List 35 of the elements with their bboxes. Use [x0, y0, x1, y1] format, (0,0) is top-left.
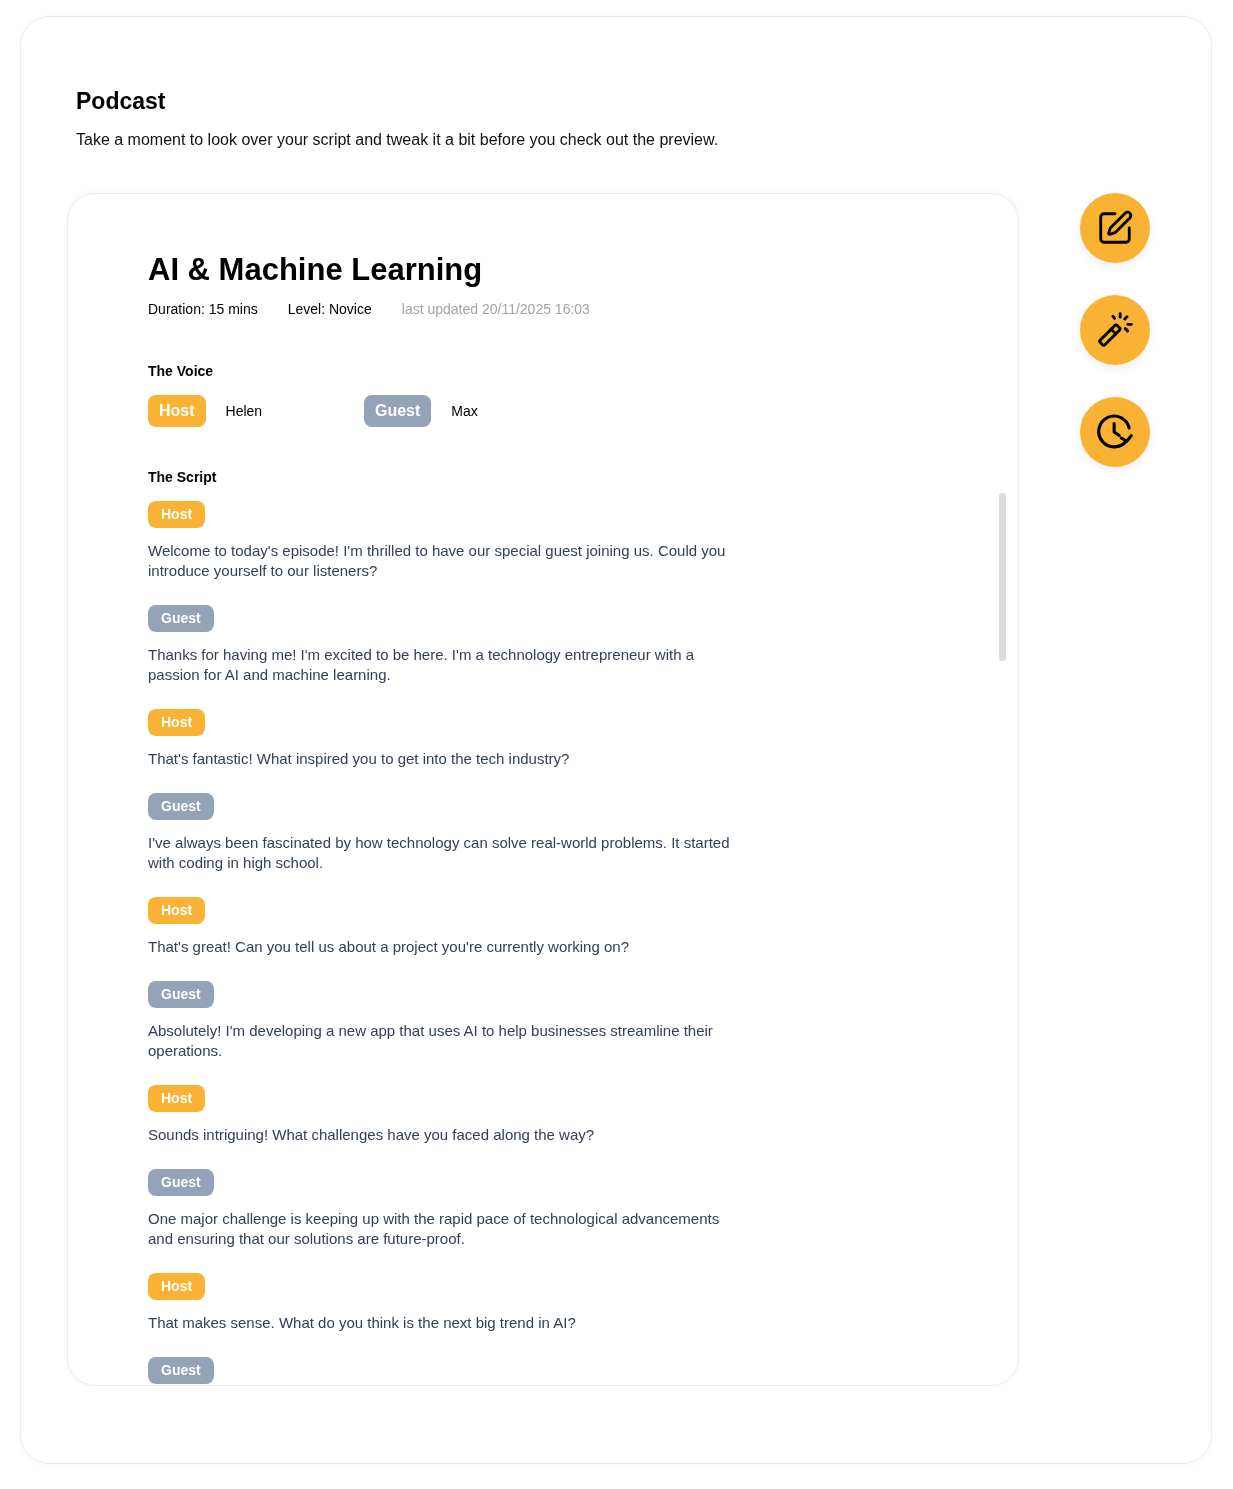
script-line: I've always been fascinated by how technology can solve real-world problems. It started with coding in high school.	[148, 833, 731, 873]
host-tag: Host	[148, 1085, 206, 1112]
host-tag: Host	[148, 897, 206, 924]
host-tag: Host	[148, 395, 206, 427]
guest-tag: Guest	[148, 1357, 214, 1384]
last-updated-label: last updated 20/11/2025 16:03	[401, 300, 590, 319]
page-title: Podcast	[76, 87, 166, 115]
script-line: Absolutely! I'm developing a new app that uses AI to help businesses streamline their operations.	[148, 1021, 714, 1061]
script-line: That's great! Can you tell us about a project you're currently working on?	[148, 937, 629, 957]
voice-name: Max	[451, 402, 478, 421]
script-line: That's fantastic! What inspired you to get into the tech industry?	[148, 749, 570, 769]
script-line: One major challenge is keeping up with the rapid pace of technological advancements and ensuring that our solutions are future-proof.	[148, 1209, 721, 1249]
script-line: Sounds intriguing! What challenges have you faced along the way?	[148, 1125, 595, 1145]
voice-heading: The Voice	[148, 362, 214, 381]
script-line: Thanks for having me! I'm excited to be here. I'm a technology entrepreneur with a passion for AI and machine learning.	[148, 645, 695, 685]
magic-wand-icon	[1097, 312, 1133, 348]
page-subtitle: Take a moment to look over your script and tweak it a bit before you check out the preview.	[76, 130, 719, 150]
guest-tag: Guest	[148, 605, 214, 632]
script-line: That makes sense. What do you think is the next big trend in AI?	[148, 1313, 576, 1333]
guest-tag: Guest	[148, 1169, 214, 1196]
duration-label: Duration: 15 mins	[148, 300, 258, 319]
guest-tag: Guest	[364, 395, 432, 427]
voice-name: Helen	[225, 402, 263, 421]
guest-tag: Guest	[148, 793, 214, 820]
script-line: Welcome to today's episode! I'm thrilled to have our special guest joining us. Could you introduce yourself to our listeners?	[148, 541, 727, 581]
script-heading: The Script	[148, 468, 217, 487]
scrollbar-thumb[interactable]	[999, 493, 1006, 661]
host-tag: Host	[148, 1273, 206, 1300]
host-tag: Host	[148, 709, 206, 736]
clock-refresh-icon	[1097, 414, 1133, 450]
guest-tag: Guest	[148, 981, 214, 1008]
edit-icon	[1096, 209, 1134, 247]
host-tag: Host	[148, 501, 206, 528]
episode-title: AI & Machine Learning	[148, 251, 483, 289]
level-label: Level: Novice	[287, 300, 372, 319]
